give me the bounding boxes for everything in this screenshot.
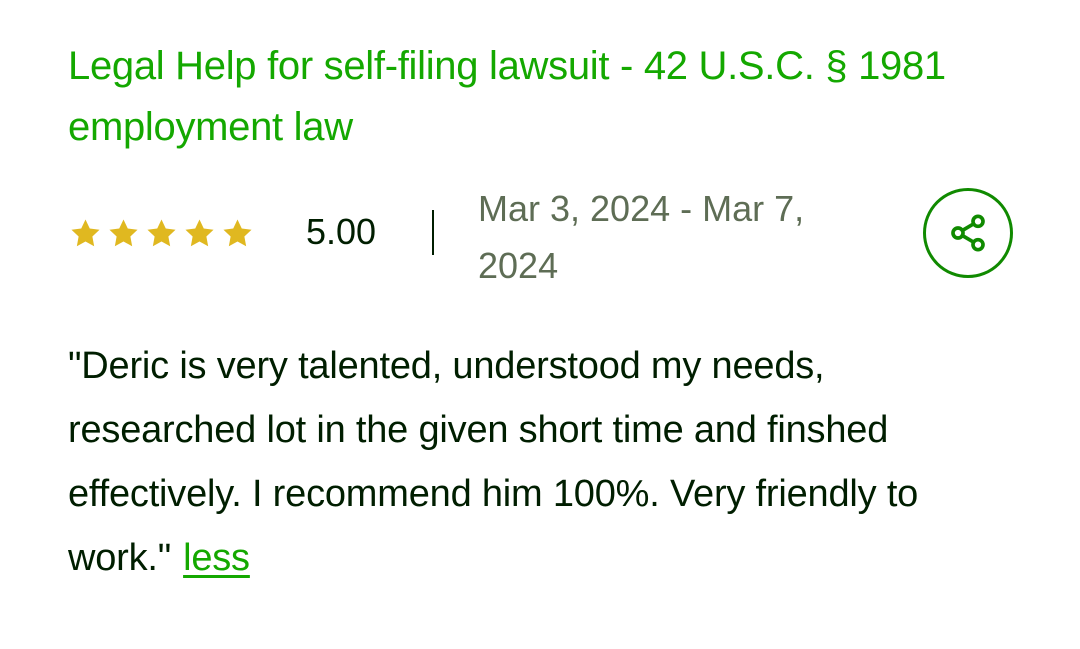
star-icon [220, 217, 255, 250]
job-title-link[interactable]: Legal Help for self-filing lawsuit - 42 … [68, 36, 968, 158]
review-meta: 5.00 Mar 3, 2024 - Mar 7, 2024 [68, 180, 1018, 290]
star-icon [182, 217, 217, 250]
star-icon [106, 217, 141, 250]
date-range: Mar 3, 2024 - Mar 7, 2024 [478, 188, 805, 286]
rating-value: 5.00 [306, 211, 377, 252]
share-button[interactable] [923, 188, 1013, 278]
divider [432, 210, 434, 255]
star-rating [68, 217, 255, 250]
share-icon [948, 213, 988, 253]
star-icon [68, 217, 103, 250]
star-icon [144, 217, 179, 250]
review-body: "Deric is very talented, understood my n… [68, 334, 1008, 590]
less-link[interactable]: less [183, 537, 250, 579]
